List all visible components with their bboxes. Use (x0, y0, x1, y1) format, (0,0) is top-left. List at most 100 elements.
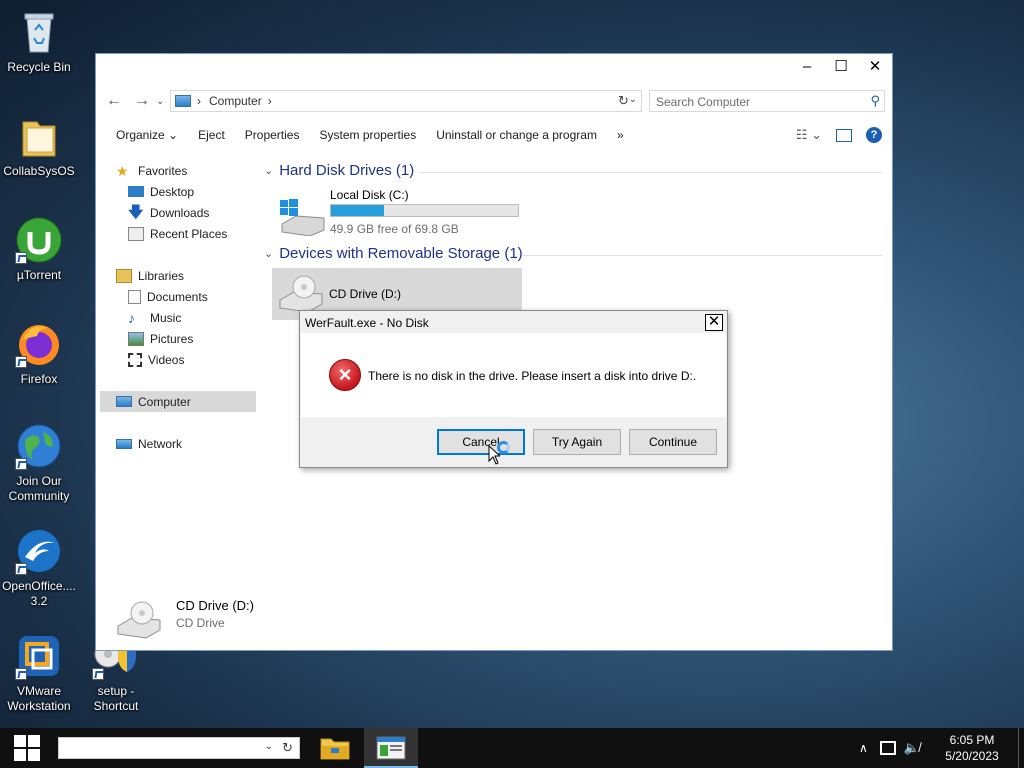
nav-label: Music (150, 310, 182, 325)
windows-drive-icon (280, 199, 325, 236)
group-divider (420, 172, 882, 173)
network-status-icon[interactable] (879, 741, 896, 755)
cd-drive-icon (117, 601, 161, 639)
desktop-icon-label: setup - Shortcut (93, 684, 139, 713)
nav-label: Desktop (150, 184, 195, 199)
group-title: Hard Disk Drives (1) (279, 162, 415, 179)
libraries-icon (116, 268, 132, 283)
organize-button[interactable]: Organize ⌄ (106, 122, 188, 148)
drive-usage-fill (331, 205, 385, 216)
desktop-icon-openoffice[interactable]: OpenOffice.... 3.2 (0, 527, 81, 609)
show-desktop-button[interactable] (1018, 728, 1024, 768)
desktop-icon-utorrent[interactable]: µTorrent (0, 216, 81, 283)
refresh-icon[interactable]: ↻ (618, 93, 629, 109)
desktop-icon-recycle-bin[interactable]: Recycle Bin (0, 8, 81, 75)
cancel-button[interactable]: Cancel (437, 429, 525, 455)
group-header-removable[interactable]: ⌄ Devices with Removable Storage (1) (264, 245, 523, 262)
nav-favorites[interactable]: ★ Favorites (116, 160, 276, 181)
nav-computer[interactable]: Computer (100, 391, 256, 412)
nav-label: Documents (147, 289, 208, 304)
drive-local-disk[interactable]: Local Disk (C:) 49.9 GB free of 69.8 GB (274, 188, 524, 238)
nav-label: Libraries (138, 268, 185, 283)
desktop-icon-join-community[interactable]: Join Our Community (0, 422, 81, 504)
nav-label: Recent Places (150, 226, 228, 241)
no-disk-dialog: WerFault.exe - No Disk ✕ × There is no d… (299, 310, 728, 468)
try-again-button[interactable]: Try Again (533, 429, 621, 455)
search-dropdown-icon[interactable]: ⌄ (265, 741, 273, 752)
desktop-icon-vmware[interactable]: VMware Workstation (0, 632, 81, 714)
group-title: Devices with Removable Storage (1) (279, 245, 523, 262)
minimize-button[interactable]: – (790, 54, 824, 82)
eject-button[interactable]: Eject (188, 122, 235, 148)
address-bar[interactable]: › Computer › ⌄ (170, 90, 642, 112)
address-separator: › (267, 94, 272, 108)
firefox-icon (15, 320, 63, 368)
clock-date: 5/20/2023 (945, 749, 999, 763)
continue-button[interactable]: Continue (629, 429, 717, 455)
uninstall-program-button[interactable]: Uninstall or change a program (426, 122, 607, 148)
desktop-icon-label: µTorrent (16, 268, 62, 282)
details-item-type: CD Drive (176, 616, 225, 630)
film-strip-icon (128, 352, 142, 367)
system-properties-button[interactable]: System properties (309, 122, 426, 148)
details-pane: CD Drive (D:) CD Drive (96, 594, 892, 650)
group-header-hard-disks[interactable]: ⌄ Hard Disk Drives (1) (264, 162, 414, 179)
taskbar-file-explorer[interactable] (308, 728, 362, 768)
more-commands-button[interactable]: » (607, 122, 634, 148)
desktop-icon-label: CollabSysOS (3, 164, 75, 178)
download-arrow-icon: 🡇 (128, 203, 144, 221)
desktop-icon-collabsysos[interactable]: CollabSysOS (0, 112, 81, 179)
help-icon[interactable]: ? (866, 127, 882, 143)
documents-icon (128, 289, 141, 304)
collapse-chevron-icon: ⌄ (264, 165, 274, 177)
nav-label: Downloads (150, 205, 210, 220)
breadcrumb-computer[interactable]: Computer (209, 94, 262, 108)
show-hidden-icons-chevron-icon[interactable]: ∧ (859, 741, 868, 755)
taskbar: ⌄ ↻ ∧ 🔈̸ 6:05 PM 5/20/2023 (0, 728, 1024, 768)
dialog-title: WerFault.exe - No Disk (305, 316, 429, 330)
search-icon[interactable]: ⚲ (870, 93, 880, 109)
shortcut-arrow-icon (15, 356, 27, 368)
nav-label: Videos (148, 352, 185, 367)
change-view-icon[interactable]: ☷ ⌄ (796, 127, 822, 143)
close-button[interactable]: ✕ (858, 54, 892, 82)
nav-libraries[interactable]: Libraries (116, 265, 276, 286)
shortcut-arrow-icon (15, 563, 27, 575)
preview-pane-icon[interactable] (836, 128, 852, 142)
desktop-icon (128, 186, 144, 197)
drive-name: CD Drive (D:) (329, 287, 401, 301)
computer-icon (175, 95, 191, 107)
forward-arrow-icon[interactable]: → (134, 92, 150, 110)
recent-locations-chevron-icon[interactable]: ⌄ (156, 96, 164, 107)
clock-time: 6:05 PM (949, 733, 995, 747)
address-dropdown-icon[interactable]: ⌄ (629, 94, 637, 105)
desktop-icon-label: Firefox (20, 372, 58, 386)
taskbar-werfault-dialog[interactable] (364, 728, 418, 768)
dialog-close-button[interactable]: ✕ (705, 314, 723, 331)
nav-label: Pictures (150, 331, 194, 346)
cd-drive-icon (279, 275, 323, 313)
group-divider (522, 255, 882, 256)
volume-muted-icon[interactable]: 🔈̸ (904, 740, 920, 756)
taskbar-search-input[interactable]: ⌄ ↻ (58, 737, 300, 759)
properties-button[interactable]: Properties (235, 122, 310, 148)
vmware-icon (15, 632, 63, 680)
error-icon: × (329, 359, 361, 391)
navigation-pane: ★ Favorites Desktop 🡇 Downloads Recent P… (96, 158, 258, 598)
dialog-message: There is no disk in the drive. Please in… (368, 369, 697, 383)
nav-network[interactable]: Network (116, 433, 276, 454)
maximize-button[interactable]: ☐ (824, 54, 858, 82)
pictures-icon (128, 331, 144, 346)
desktop-icon-firefox[interactable]: Firefox (0, 320, 81, 387)
view-controls: ☷ ⌄ ? (796, 122, 882, 148)
taskbar-clock[interactable]: 6:05 PM 5/20/2023 (926, 732, 1018, 764)
search-input[interactable]: Search Computer ⚲ (649, 90, 885, 112)
desktop-icon-label: OpenOffice.... 3.2 (2, 579, 76, 608)
refresh-icon[interactable]: ↻ (282, 740, 293, 756)
back-arrow-icon[interactable]: ← (106, 92, 122, 110)
start-button[interactable] (0, 728, 54, 768)
nav-label: Favorites (138, 163, 188, 178)
command-bar: Organize ⌄ Eject Properties System prope… (96, 122, 892, 148)
details-item-name: CD Drive (D:) (176, 598, 254, 613)
nav-label: Computer (138, 394, 191, 409)
